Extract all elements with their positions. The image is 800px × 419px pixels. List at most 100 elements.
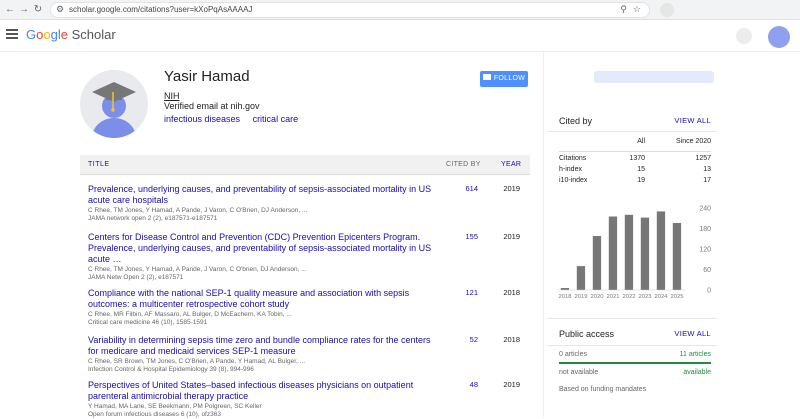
account-avatar[interactable] xyxy=(768,26,790,48)
stats-col-all: All xyxy=(637,138,645,145)
browser-toolbar: ← → ↻ ⚙ scholar.google.com/citations?use… xyxy=(0,0,800,20)
citation-bar-2022[interactable] xyxy=(624,214,634,290)
stats-label: h-index xyxy=(559,166,582,173)
back-icon[interactable]: ← xyxy=(3,3,17,17)
y-tick-label: 240 xyxy=(699,206,711,213)
article-venue: Infection Control & Hospital Epidemiolog… xyxy=(88,366,254,373)
article-row: Prevalence, underlying causes, and preve… xyxy=(88,184,528,223)
cited-by-title: Cited by xyxy=(559,116,593,126)
citations-bar-chart: 0 60 120 180 240 2018 2019 2020 2021 2022 2023 2024… xyxy=(557,206,711,300)
article-venue: JAMA network open 2 (2), e187571-e187571 xyxy=(88,215,218,222)
citation-bar-2019[interactable] xyxy=(576,266,586,290)
article-year: 2019 xyxy=(503,380,520,389)
sort-by-title[interactable]: TITLE xyxy=(88,161,110,168)
funding-mandates-note: Based on funding mandates xyxy=(559,386,647,393)
search-icon[interactable]: ⚲ xyxy=(620,4,627,15)
follow-button[interactable]: FOLLOW xyxy=(480,71,528,87)
y-tick-label: 120 xyxy=(699,247,711,254)
public-access-title: Public access xyxy=(559,329,615,339)
available-label: available xyxy=(683,369,711,376)
interest-tag[interactable]: infectious diseases xyxy=(164,114,240,124)
divider xyxy=(547,131,717,132)
site-info-icon[interactable]: ⚙ xyxy=(56,4,64,15)
bookmark-star-icon[interactable]: ☆ xyxy=(633,4,641,15)
x-tick-label: 2020 xyxy=(591,294,604,300)
article-authors: C Rhee, SR Brown, TM Jones, C O'Brien, A… xyxy=(88,358,306,365)
article-row: Perspectives of United States–based infe… xyxy=(88,380,528,419)
stats-label: Citations xyxy=(559,155,587,162)
article-authors: Y Hamad, MA Lane, SE Beekmann, PM Polgre… xyxy=(88,403,262,410)
column-divider xyxy=(543,52,544,418)
article-year: 2019 xyxy=(503,232,520,241)
x-tick-label: 2024 xyxy=(655,294,669,300)
article-year: 2018 xyxy=(503,288,520,297)
divider xyxy=(559,151,711,152)
article-cited-count[interactable]: 155 xyxy=(450,232,478,241)
article-authors: C Rhee, MR Filbin, AF Massaro, AL Bulger… xyxy=(88,311,292,318)
interest-tag[interactable]: critical care xyxy=(253,114,299,124)
citation-bar-2021[interactable] xyxy=(608,216,618,291)
divider xyxy=(547,318,717,319)
x-tick-label: 2021 xyxy=(607,294,620,300)
reload-icon[interactable]: ↻ xyxy=(31,3,45,17)
article-authors: C Rhee, TM Jones, Y Hamad, A Pande, J Va… xyxy=(88,266,307,273)
address-bar[interactable]: ⚙ scholar.google.com/citations?user=kXoP… xyxy=(50,2,650,18)
stats-all: 15 xyxy=(637,166,645,173)
y-tick-label: 60 xyxy=(703,267,711,274)
citation-bar-2020[interactable] xyxy=(592,236,602,290)
url-text[interactable]: scholar.google.com/citations?user=kXoPqA… xyxy=(69,5,252,14)
article-year: 2019 xyxy=(503,184,520,193)
x-tick-label: 2023 xyxy=(639,294,652,300)
public-access-bar xyxy=(559,362,711,364)
articles-table-header: TITLE CITED BY YEAR xyxy=(80,155,530,175)
x-tick-label: 2025 xyxy=(671,294,684,300)
article-cited-count[interactable]: 121 xyxy=(450,288,478,297)
article-title[interactable]: Prevalence, underlying causes, and preve… xyxy=(88,184,438,206)
available-count[interactable]: 11 articles xyxy=(680,351,711,358)
y-tick-label: 0 xyxy=(707,288,711,295)
stats-all: 1370 xyxy=(629,155,645,162)
apps-icon[interactable] xyxy=(736,28,752,44)
stats-col-since: Since 2020 xyxy=(675,138,711,145)
article-title[interactable]: Variability in determining sepsis time z… xyxy=(88,335,438,357)
y-tick-label: 180 xyxy=(699,226,711,233)
article-title[interactable]: Centers for Disease Control and Preventi… xyxy=(88,232,438,265)
article-row: Variability in determining sepsis time z… xyxy=(88,335,528,374)
article-cited-count[interactable]: 48 xyxy=(450,380,478,389)
article-row: Centers for Disease Control and Preventi… xyxy=(88,232,528,282)
citation-bar-2024[interactable] xyxy=(656,211,666,290)
google-scholar-logo[interactable]: Google Scholar xyxy=(26,27,116,42)
sort-by-cited[interactable]: CITED BY xyxy=(446,161,481,168)
graduate-avatar-icon xyxy=(80,70,148,138)
stats-label: i10-index xyxy=(559,177,588,184)
stats-since: 17 xyxy=(703,177,711,184)
forward-icon[interactable]: → xyxy=(17,3,31,17)
not-available-count[interactable]: 0 articles xyxy=(559,351,587,358)
co-authors-link-placeholder[interactable] xyxy=(594,71,714,83)
public-access-view-all[interactable]: VIEW ALL xyxy=(674,329,711,338)
stats-all: 19 xyxy=(637,177,645,184)
x-tick-label: 2019 xyxy=(575,294,588,300)
citation-bar-2025[interactable] xyxy=(672,223,682,290)
article-year: 2018 xyxy=(503,335,520,344)
profile-affiliation[interactable]: NIH xyxy=(164,91,180,101)
article-venue: JAMA Netw Open 2 (2), e187571 xyxy=(88,274,184,281)
article-title[interactable]: Perspectives of United States–based infe… xyxy=(88,380,438,402)
extension-icon[interactable] xyxy=(660,3,674,17)
x-tick-label: 2022 xyxy=(623,294,636,300)
interest-tags: infectious diseases critical care xyxy=(164,114,308,124)
scholar-header: Google Scholar xyxy=(0,20,800,52)
menu-icon[interactable] xyxy=(6,29,18,39)
sort-by-year[interactable]: YEAR xyxy=(501,161,521,168)
article-cited-count[interactable]: 52 xyxy=(450,335,478,344)
cited-by-view-all[interactable]: VIEW ALL xyxy=(674,116,711,125)
citation-bar-2018[interactable] xyxy=(560,288,570,290)
profile-name: Yasir Hamad xyxy=(164,68,250,85)
x-tick-label: 2018 xyxy=(559,294,572,300)
article-cited-count[interactable]: 614 xyxy=(450,184,478,193)
divider xyxy=(547,345,717,346)
not-available-label: not available xyxy=(559,369,599,376)
citation-bar-2023[interactable] xyxy=(640,217,650,290)
article-title[interactable]: Compliance with the national SEP-1 quali… xyxy=(88,288,438,310)
stats-since: 13 xyxy=(703,166,711,173)
